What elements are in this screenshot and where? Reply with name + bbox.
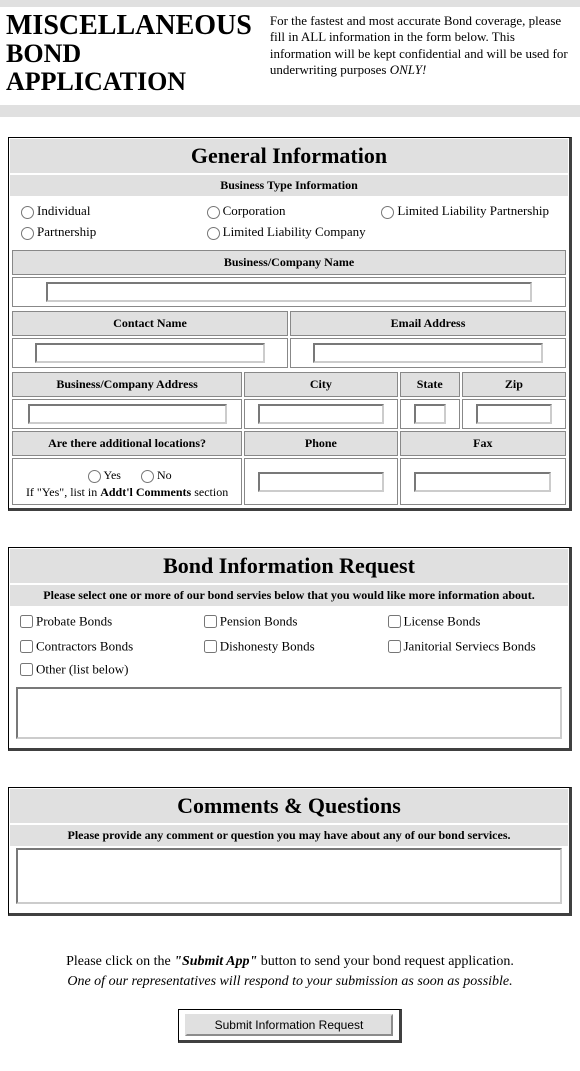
check-pension[interactable] — [204, 615, 217, 628]
phone-head: Phone — [244, 431, 397, 456]
check-janitorial[interactable] — [388, 640, 401, 653]
submit-button[interactable]: Submit Information Request — [185, 1014, 394, 1036]
label-probate: Probate Bonds — [36, 614, 112, 629]
check-contractors[interactable] — [20, 640, 33, 653]
bond-checks: Probate Bonds Contractors Bonds Pension … — [10, 606, 568, 658]
label-individual: Individual — [37, 203, 90, 218]
title-line-3: APPLICATION — [6, 67, 186, 96]
intro-paragraph: For the fastest and most accurate Bond c… — [270, 9, 574, 78]
radio-addl-no[interactable] — [141, 470, 154, 483]
radio-addl-yes[interactable] — [88, 470, 101, 483]
label-no: No — [157, 468, 172, 482]
addl-note-pre: If "Yes", list in — [26, 485, 100, 499]
radio-partnership[interactable] — [21, 227, 34, 240]
label-contractors: Contractors Bonds — [36, 639, 133, 654]
fax-input[interactable] — [414, 472, 551, 492]
separator-bar — [0, 105, 580, 117]
address-table: Business/Company Address City State Zip … — [10, 370, 568, 507]
top-accent-bar — [0, 0, 580, 7]
radio-individual[interactable] — [21, 206, 34, 219]
label-pension: Pension Bonds — [220, 614, 298, 629]
radio-corporation[interactable] — [207, 206, 220, 219]
state-head: State — [400, 372, 460, 397]
footer-line1-pre: Please click on the — [66, 954, 174, 969]
business-type-radios: Individual Partnership Corporation Limit… — [10, 196, 568, 248]
label-dishonesty: Dishonesty Bonds — [220, 639, 315, 654]
company-name-input[interactable] — [46, 282, 532, 302]
page-title: MISCELLANEOUS BOND APPLICATION — [6, 9, 252, 95]
label-partnership: Partnership — [37, 224, 96, 239]
footer-line2: One of our representatives will respond … — [67, 974, 512, 989]
label-llc: Limited Liability Company — [223, 224, 366, 239]
city-input[interactable] — [258, 404, 383, 424]
footer-text: Please click on the "Submit App" button … — [20, 952, 560, 991]
title-line-2: BOND — [6, 39, 81, 68]
company-name-table: Business/Company Name — [10, 248, 568, 309]
footer-line1-quote: "Submit App" — [174, 954, 257, 969]
header: MISCELLANEOUS BOND APPLICATION For the f… — [0, 7, 580, 101]
addl-note-post: section — [191, 485, 228, 499]
label-other: Other (list below) — [36, 662, 128, 677]
addl-note: If "Yes", list in Addt'l Comments sectio… — [19, 485, 235, 500]
label-corporation: Corporation — [223, 203, 286, 218]
submit-frame: Submit Information Request — [178, 1009, 403, 1043]
addl-note-bold: Addt'l Comments — [100, 485, 191, 499]
label-llp: Limited Liability Partnership — [397, 203, 549, 218]
company-name-head: Business/Company Name — [12, 250, 566, 275]
city-head: City — [244, 372, 397, 397]
email-input[interactable] — [313, 343, 544, 363]
zip-head: Zip — [462, 372, 566, 397]
email-head: Email Address — [290, 311, 566, 336]
check-license[interactable] — [388, 615, 401, 628]
contact-name-head: Contact Name — [12, 311, 288, 336]
check-other[interactable] — [20, 663, 33, 676]
submit-wrap: Submit Information Request — [0, 1009, 580, 1063]
phone-input[interactable] — [258, 472, 383, 492]
zip-input[interactable] — [476, 404, 553, 424]
label-janitorial: Janitorial Serviecs Bonds — [404, 639, 536, 654]
comments-title: Comments & Questions — [10, 789, 568, 823]
address-input[interactable] — [28, 404, 227, 424]
general-title: General Information — [10, 139, 568, 173]
check-probate[interactable] — [20, 615, 33, 628]
panel-bond: Bond Information Request Please select o… — [8, 547, 572, 751]
bond-instruct: Please select one or more of our bond se… — [10, 585, 568, 606]
label-yes: Yes — [104, 468, 121, 482]
addl-loc-head: Are there additional locations? — [12, 431, 242, 456]
label-license: License Bonds — [404, 614, 481, 629]
business-type-head: Business Type Information — [10, 175, 568, 196]
contact-table: Contact Name Email Address — [10, 309, 568, 370]
radio-llp[interactable] — [381, 206, 394, 219]
contact-name-input[interactable] — [35, 343, 266, 363]
footer-line1-post: button to send your bond request applica… — [257, 954, 514, 969]
title-line-1: MISCELLANEOUS — [6, 10, 252, 41]
panel-comments: Comments & Questions Please provide any … — [8, 787, 572, 916]
fax-head: Fax — [400, 431, 566, 456]
state-input[interactable] — [414, 404, 446, 424]
intro-only: ONLY! — [390, 62, 427, 77]
comments-instruct: Please provide any comment or question y… — [10, 825, 568, 846]
address-head: Business/Company Address — [12, 372, 242, 397]
comments-textarea[interactable] — [16, 848, 562, 904]
other-textarea[interactable] — [16, 687, 562, 739]
panel-general: General Information Business Type Inform… — [8, 137, 572, 511]
radio-llc[interactable] — [207, 227, 220, 240]
bond-title: Bond Information Request — [10, 549, 568, 583]
check-dishonesty[interactable] — [204, 640, 217, 653]
